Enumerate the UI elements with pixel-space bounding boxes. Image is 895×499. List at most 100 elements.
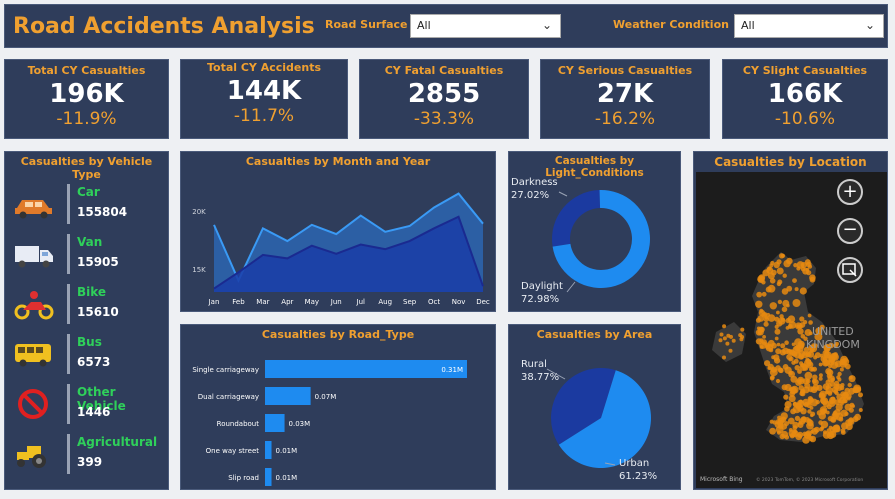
map-point <box>775 378 781 384</box>
separator <box>67 234 70 274</box>
weather-condition-select[interactable]: All ⌄ <box>734 14 884 38</box>
kpi-delta: -10.6% <box>774 109 836 129</box>
vehicle-name: Van <box>77 235 103 249</box>
kpi-value: 144K <box>226 76 302 106</box>
bar-category-label: Roundabout <box>217 420 260 428</box>
map-point <box>777 415 782 420</box>
pie-chart[interactable]: Rural 38.77% Urban 61.23% <box>509 325 680 489</box>
x-tick-label: Aug <box>378 298 392 306</box>
map-point <box>776 310 780 315</box>
select-area-button[interactable] <box>837 257 863 283</box>
map-point <box>739 337 744 342</box>
map-point <box>759 308 764 313</box>
map-point <box>781 306 788 313</box>
map-point <box>833 383 840 390</box>
bar <box>265 468 272 486</box>
map-point <box>769 302 777 310</box>
vehicle-name: Car <box>77 185 100 199</box>
map-point <box>722 324 727 329</box>
bar-value-label: 0.01M <box>276 447 298 455</box>
map-point <box>775 425 784 434</box>
map-point <box>852 386 860 394</box>
map-point <box>839 367 844 372</box>
zoom-out-button[interactable]: − <box>837 218 863 244</box>
area-chart[interactable]: 15K 20K Jan Feb Mar Apr May Jun Jul Aug Sep Oct Nov D… <box>181 152 495 311</box>
bar-value-label: 0.07M <box>315 393 337 401</box>
zoom-in-button[interactable]: + <box>837 179 863 205</box>
x-tick-label: Mar <box>256 298 269 306</box>
x-tick-label: Nov <box>452 298 466 306</box>
y-tick-label: 15K <box>192 266 206 274</box>
page-title: Road Accidents Analysis <box>13 14 315 39</box>
map-point <box>788 395 796 403</box>
separator <box>67 434 70 474</box>
map-point <box>841 392 849 400</box>
kpi-title: Total CY Casualties <box>27 64 146 77</box>
map-point <box>809 435 817 443</box>
x-tick-label: Oct <box>428 298 440 306</box>
vehicle-value: 155804 <box>77 205 128 219</box>
bar-category-label: Dual carriageway <box>198 393 259 401</box>
map-point <box>785 326 790 330</box>
map-point <box>828 425 833 430</box>
map-point <box>807 313 812 318</box>
vehicle-row-car: Car 155804 <box>13 184 163 224</box>
separator <box>67 284 70 324</box>
map-point <box>770 375 775 380</box>
map-point <box>804 382 811 389</box>
map-point <box>858 392 863 398</box>
map-point <box>827 383 832 388</box>
weather-condition-value: All <box>741 19 755 32</box>
map-point <box>858 408 863 412</box>
map-point <box>799 287 807 295</box>
kpi-card-total-accidents: Total CY Accidents 144K -11.7% <box>180 59 348 139</box>
x-tick-label: Jul <box>356 298 366 306</box>
separator <box>67 384 70 424</box>
slice-value-label: 61.23% <box>619 471 657 482</box>
kpi-card-fatal-casualties: CY Fatal Casualties 2855 -33.3% <box>359 59 529 139</box>
map-point <box>738 333 743 338</box>
map-point <box>771 342 777 349</box>
map-view[interactable]: UNITED KINGDOM Microsoft Bing © 2023 Tom… <box>696 172 887 488</box>
map-point <box>807 409 812 414</box>
map-point <box>825 410 830 415</box>
vehicle-name: Bike <box>77 285 107 299</box>
x-tick-label: Dec <box>476 298 490 306</box>
vehicle-row-bus: Bus 6573 <box>13 334 163 374</box>
bar <box>265 414 285 432</box>
map-point <box>792 421 799 429</box>
slice-name-label: Rural <box>521 359 547 370</box>
map-point <box>800 262 807 269</box>
map-point <box>719 332 724 337</box>
map-point <box>848 407 854 413</box>
map-point <box>794 415 800 421</box>
map-point <box>756 291 763 298</box>
bar <box>265 441 272 459</box>
donut-chart[interactable]: Darkness 27.02% Daylight 72.98% <box>509 152 680 311</box>
map-point <box>840 409 848 417</box>
map-point <box>804 417 810 423</box>
kpi-delta: -16.2% <box>594 109 656 129</box>
map-point <box>759 326 765 333</box>
map-point <box>847 382 852 388</box>
map-point <box>825 368 832 375</box>
map-point <box>812 374 818 380</box>
bar-chart[interactable]: Single carriageway 0.31M Dual carriageway 0… <box>181 325 495 489</box>
map-point <box>812 366 817 372</box>
chevron-down-icon: ⌄ <box>541 18 552 32</box>
road-surface-select[interactable]: All ⌄ <box>410 14 561 38</box>
map-point <box>784 434 790 440</box>
map-point <box>776 267 784 275</box>
chart-title: Casualties by Location <box>714 155 867 169</box>
map-point <box>809 406 814 410</box>
vehicle-value: 399 <box>77 455 103 469</box>
vehicle-value: 15610 <box>77 305 119 319</box>
bus-icon <box>15 344 51 367</box>
map-point <box>822 400 830 408</box>
map-point <box>837 371 842 377</box>
map-point <box>783 394 789 400</box>
bar <box>265 387 311 405</box>
map-point <box>779 433 786 440</box>
kpi-title: CY Serious Casualties <box>557 64 693 77</box>
map-point <box>798 399 803 404</box>
